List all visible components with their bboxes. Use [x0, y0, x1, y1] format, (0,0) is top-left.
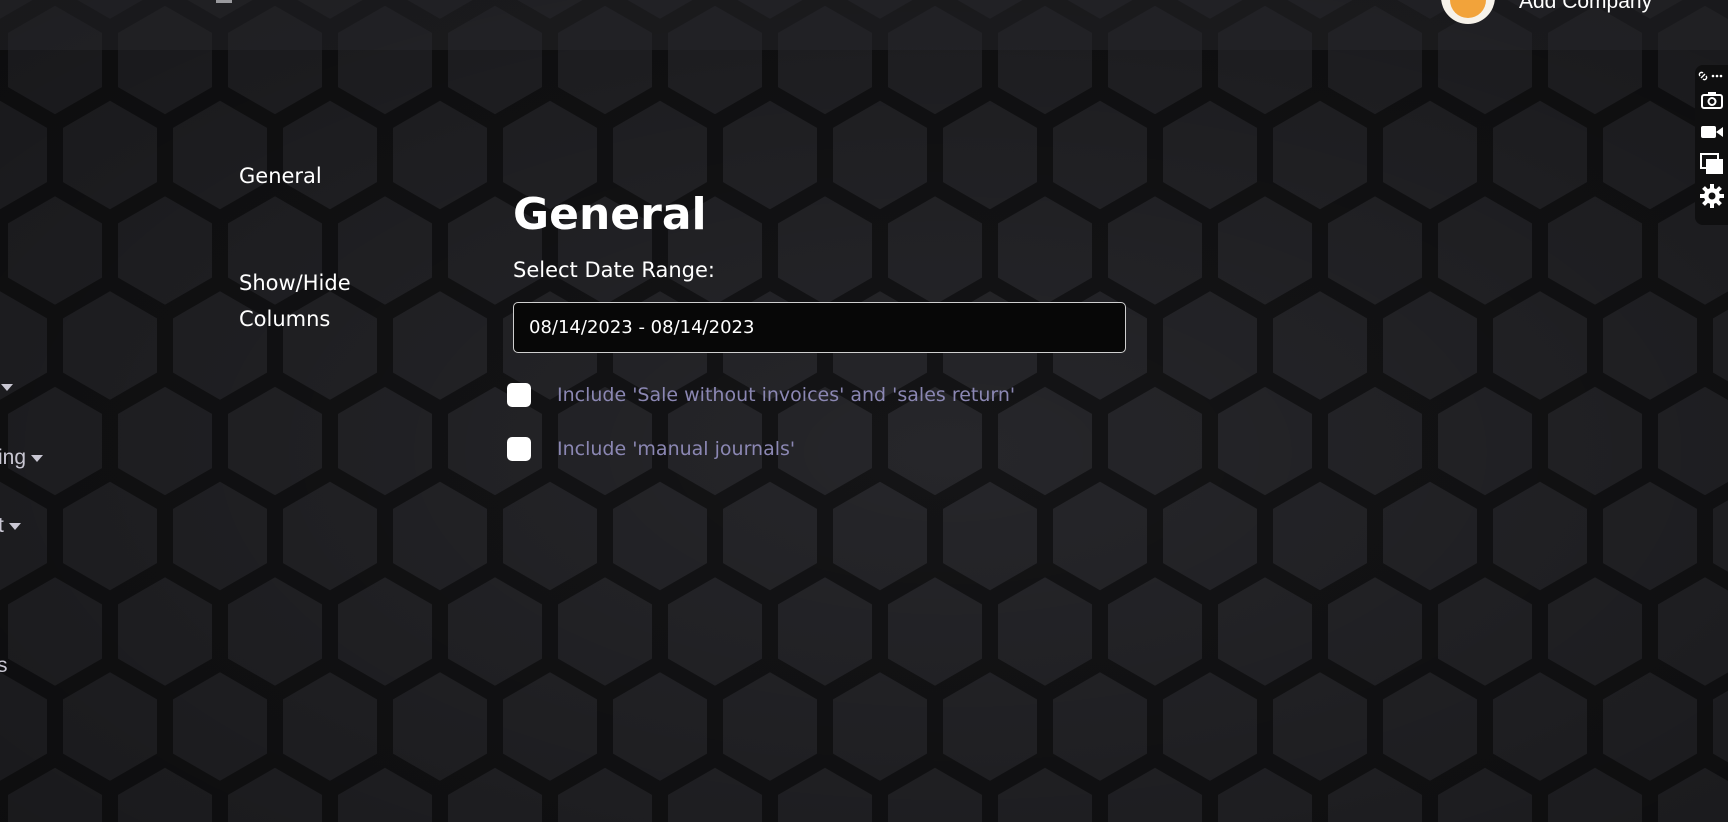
left-nav-item-3-label: t — [0, 514, 4, 537]
hexagon-background — [0, 0, 1728, 822]
window-icon — [1700, 153, 1723, 174]
caret-down-icon — [1, 383, 13, 391]
left-nav-item-4[interactable]: s — [0, 654, 8, 678]
date-range-label: Select Date Range: — [513, 258, 715, 282]
left-nav-item-2-label: ing — [0, 446, 27, 469]
side-nav-show-hide-columns[interactable]: Show/Hide Columns — [239, 265, 369, 337]
side-nav-general[interactable]: General — [239, 158, 322, 194]
camera-icon — [1701, 92, 1723, 109]
record-video-button[interactable] — [1699, 119, 1725, 145]
checkbox-row-manual-journals: Include 'manual journals' — [507, 436, 795, 462]
page-title: General — [513, 189, 707, 240]
avatar-image — [1450, 0, 1486, 18]
left-nav-item-2[interactable]: ing — [0, 446, 44, 470]
screenshot-button[interactable] — [1699, 87, 1725, 113]
caret-down-icon — [8, 522, 21, 530]
checkbox-manual-journals[interactable] — [507, 437, 531, 461]
window-capture-button[interactable] — [1699, 151, 1725, 177]
more-icon — [1711, 74, 1715, 78]
toolbar-header — [1698, 69, 1726, 83]
gear-icon — [1700, 184, 1724, 208]
settings-button[interactable] — [1699, 183, 1725, 209]
link-icon[interactable] — [1698, 70, 1726, 82]
left-nav-item-1[interactable] — [0, 375, 13, 399]
checkbox-sale-without-invoices[interactable] — [507, 383, 531, 407]
caret-down-icon — [31, 454, 44, 462]
date-range-input[interactable] — [513, 302, 1126, 353]
checkbox-row-sale-without-invoices: Include 'Sale without invoices' and 'sal… — [507, 382, 1015, 408]
checkbox-label-manual-journals[interactable]: Include 'manual journals' — [557, 436, 795, 462]
checkbox-label-sale-without-invoices[interactable]: Include 'Sale without invoices' and 'sal… — [557, 382, 1015, 408]
add-company-link[interactable]: Add Company — [1519, 0, 1652, 14]
left-nav-item-3[interactable]: t — [0, 514, 21, 538]
capture-toolbar — [1695, 65, 1728, 225]
video-icon — [1701, 126, 1723, 138]
left-nav-item-4-label: s — [0, 654, 8, 677]
menu-toggle-icon[interactable] — [216, 0, 232, 3]
